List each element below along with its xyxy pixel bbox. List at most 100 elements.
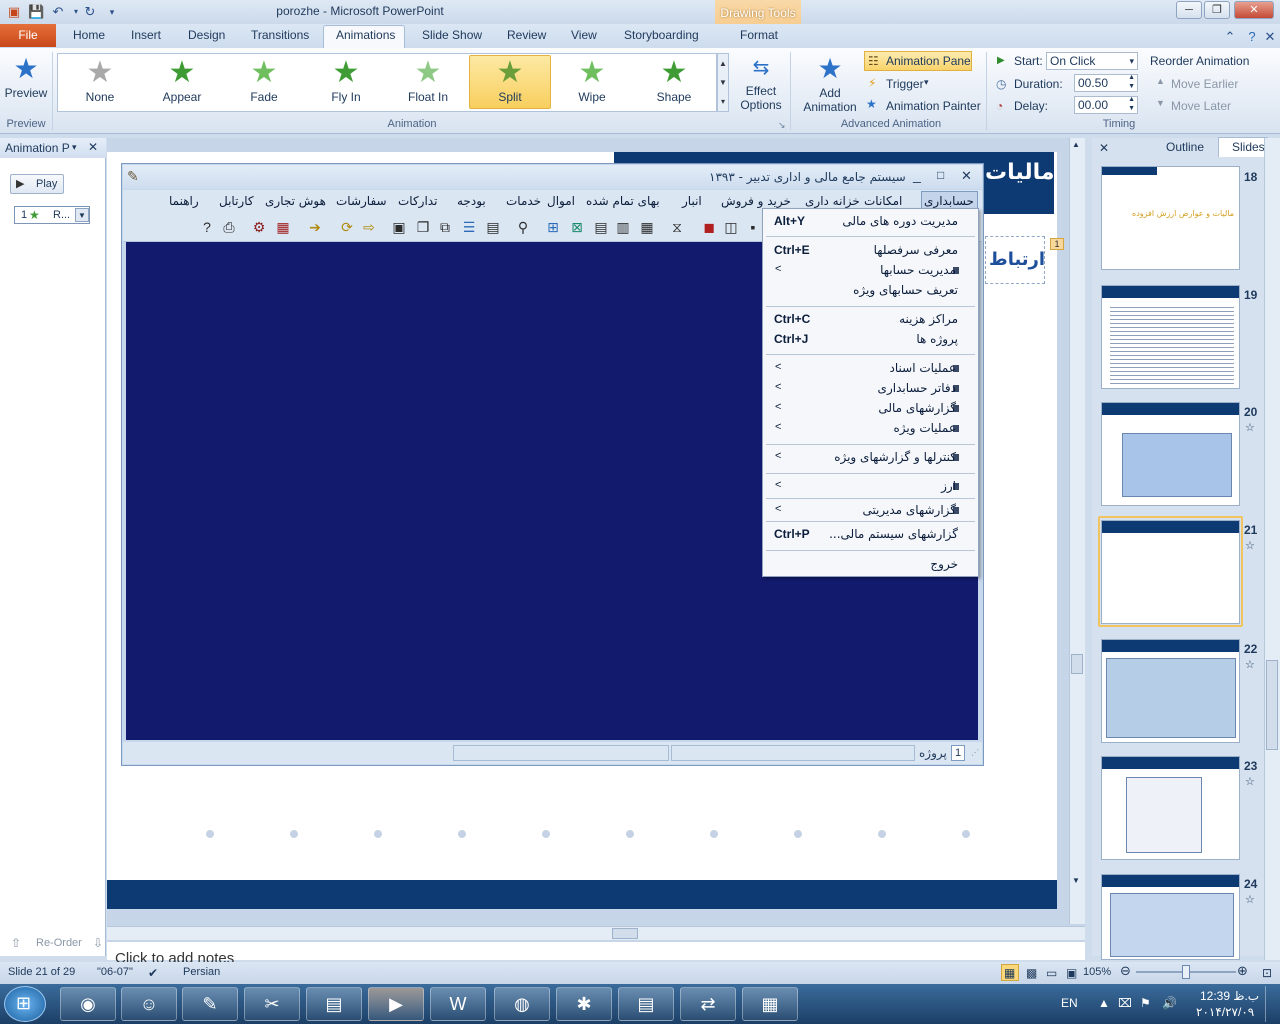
tab-animations[interactable]: Animations [336,28,395,42]
anim-fade[interactable]: ★ Fade [224,56,304,109]
document-icon[interactable]: ▤ [484,218,502,236]
gallery-scroll[interactable]: ▲ ▼ ▾ [717,53,729,112]
minimize-button[interactable]: ─ [1176,1,1202,19]
slide-thumbnail-18[interactable]: مالیات و عوارض ارزش افزوده [1101,166,1240,270]
anim-shape[interactable]: ★ Shape [634,56,714,109]
slide-thumbnail-24[interactable] [1101,874,1240,960]
arrow-icon[interactable]: ➔ [306,218,324,236]
volume-icon[interactable]: 🔊 [1162,996,1177,1010]
tab-transitions[interactable]: Transitions [251,28,309,42]
app-menu-help[interactable]: راهنما [169,194,199,208]
reorder-down-icon[interactable]: ⇩ [93,936,103,950]
paint-icon[interactable]: ✱ [556,987,612,1021]
tab-format[interactable]: Format [740,28,778,42]
print-icon[interactable]: ⎙ [220,218,238,236]
app-menu-cost[interactable]: بهای تمام شده [586,194,660,208]
search-icon[interactable]: ⚲ [514,218,532,236]
trigger-button[interactable]: Trigger [886,77,924,91]
list-icon[interactable]: ▤ [592,218,610,236]
app-menu-assets[interactable]: اموال [547,194,575,208]
slide-vertical-scrollbar[interactable]: ▲ ▼ [1069,138,1085,924]
menu-currency[interactable]: ارز [941,479,956,493]
menu-cost-centers[interactable]: مراکز هزینه [899,312,958,326]
pen-app-icon[interactable]: ✎ [182,987,238,1021]
list-icon[interactable]: ▥ [614,218,632,236]
clock-date[interactable]: ۲۰۱۴/۲۷/۰۹ [1196,1005,1254,1019]
start-select[interactable]: On Click ▾ [1046,52,1138,70]
app-menu-purchase-sales[interactable]: خرید و فروش [721,194,791,208]
slideshow-view-icon[interactable]: ▣ [1066,966,1077,980]
powerpoint-taskbar-icon[interactable]: ▶ [368,987,424,1021]
app-minimize-icon[interactable]: _ [913,167,921,183]
gauge-icon[interactable]: ⧖ [668,218,686,236]
windows-icon[interactable]: ❐ [414,218,432,236]
menu-financial-system-reports[interactable]: گزارشهای سیستم مالی... [829,527,958,541]
tool-app-icon[interactable]: ✂ [244,987,300,1021]
zoom-slider-thumb[interactable] [1182,965,1190,979]
reading-view-icon[interactable]: ▭ [1046,966,1057,980]
stack-icon[interactable]: ◫ [722,218,740,236]
toolbar-overflow-icon[interactable]: ▪ [744,218,762,236]
menu-special-accounts[interactable]: تعریف حسابهای ویژه [853,283,958,297]
show-desktop-button[interactable] [1265,986,1280,1022]
grid-icon[interactable]: ⊞ [544,218,562,236]
app-close-icon[interactable]: ✕ [961,168,972,184]
document-app-icon[interactable]: ▤ [618,987,674,1021]
preview-button[interactable]: ★ Preview [4,52,48,112]
start-button[interactable]: ⊞ [4,986,46,1022]
tab-slide-show[interactable]: Slide Show [422,28,482,42]
tile-icon[interactable]: ☰ [460,218,478,236]
slide-thumbnail-19[interactable] [1101,285,1240,389]
clock-time[interactable]: 12:39 ب.ظ [1200,989,1259,1003]
app-menu-services[interactable]: خدمات [506,194,541,208]
menu-projects[interactable]: پروژه ها [916,332,958,346]
app-menu-bi[interactable]: هوش تجاری [265,194,326,208]
app-menu-warehouse[interactable]: انبار [682,194,702,208]
calculator-icon[interactable]: ▦ [274,218,292,236]
slide-thumbnail-20[interactable] [1101,402,1240,506]
slide-horizontal-scrollbar[interactable] [107,926,1085,940]
reorder-up-icon[interactable]: ⇧ [11,936,21,950]
menu-management-reports[interactable]: گزارشهای مدیریتی [862,503,956,517]
expand-icon[interactable]: ⊠ [568,218,586,236]
dialog-launcher-icon[interactable]: ↘ [778,120,786,131]
tab-view[interactable]: View [571,28,597,42]
ribbon-minimize-icon[interactable]: ⌃ [1222,29,1238,45]
teamviewer-icon[interactable]: ⇄ [680,987,736,1021]
pane-menu-icon[interactable]: ▾ [72,142,77,153]
tab-storyboarding[interactable]: Storyboarding [624,28,699,42]
menu-exit[interactable]: خروج [930,557,958,571]
maximize-button[interactable]: ❐ [1204,1,1230,19]
app-menu-budget[interactable]: بودجه [457,194,486,208]
globe-icon[interactable]: ◍ [494,987,550,1021]
anim-split[interactable]: ★ Split [470,56,550,109]
slide-thumbnail-22[interactable] [1101,639,1240,743]
slide-title[interactable]: مالیات [985,160,1055,185]
slides-panel-scrollbar[interactable] [1264,138,1280,960]
cube-icon[interactable]: ◼ [700,218,718,236]
resize-grip-icon[interactable]: ⋰ [971,748,979,757]
cascade-icon[interactable]: ⧉ [436,218,454,236]
tools-icon[interactable]: ⚙ [250,218,268,236]
network-icon[interactable]: ⌧ [1118,996,1132,1010]
tab-slides[interactable]: Slides [1232,140,1265,154]
anim-float-in[interactable]: ★ Float In [388,56,468,109]
word-icon[interactable]: W [430,987,486,1021]
duration-stepper[interactable]: 00.50 ▲ ▼ [1074,74,1138,92]
close-button[interactable]: ✕ [1234,1,1274,19]
app-menu-cartable[interactable]: کارتابل [219,194,254,208]
tab-home[interactable]: Home [73,28,105,42]
menu-document-operations[interactable]: عملیات اسناد [890,361,956,375]
refresh-icon[interactable]: ⟳ [338,218,356,236]
pane-close-icon[interactable]: ✕ [88,140,98,154]
play-button[interactable]: ▶ Play [10,174,64,194]
anim-wipe[interactable]: ★ Wipe [552,56,632,109]
fit-to-window-icon[interactable]: ⊡ [1262,966,1272,980]
tab-review[interactable]: Review [507,28,546,42]
menu-financial-reports[interactable]: گزارشهای مالی [878,401,956,415]
move-earlier-button[interactable]: Move Earlier [1171,77,1238,91]
delay-stepper[interactable]: 00.00 ▲ ▼ [1074,96,1138,114]
menu-fiscal-periods[interactable]: مدیریت دوره های مالی [842,214,958,228]
firefox-icon[interactable]: ◉ [60,987,116,1021]
tab-outline[interactable]: Outline [1166,140,1204,154]
